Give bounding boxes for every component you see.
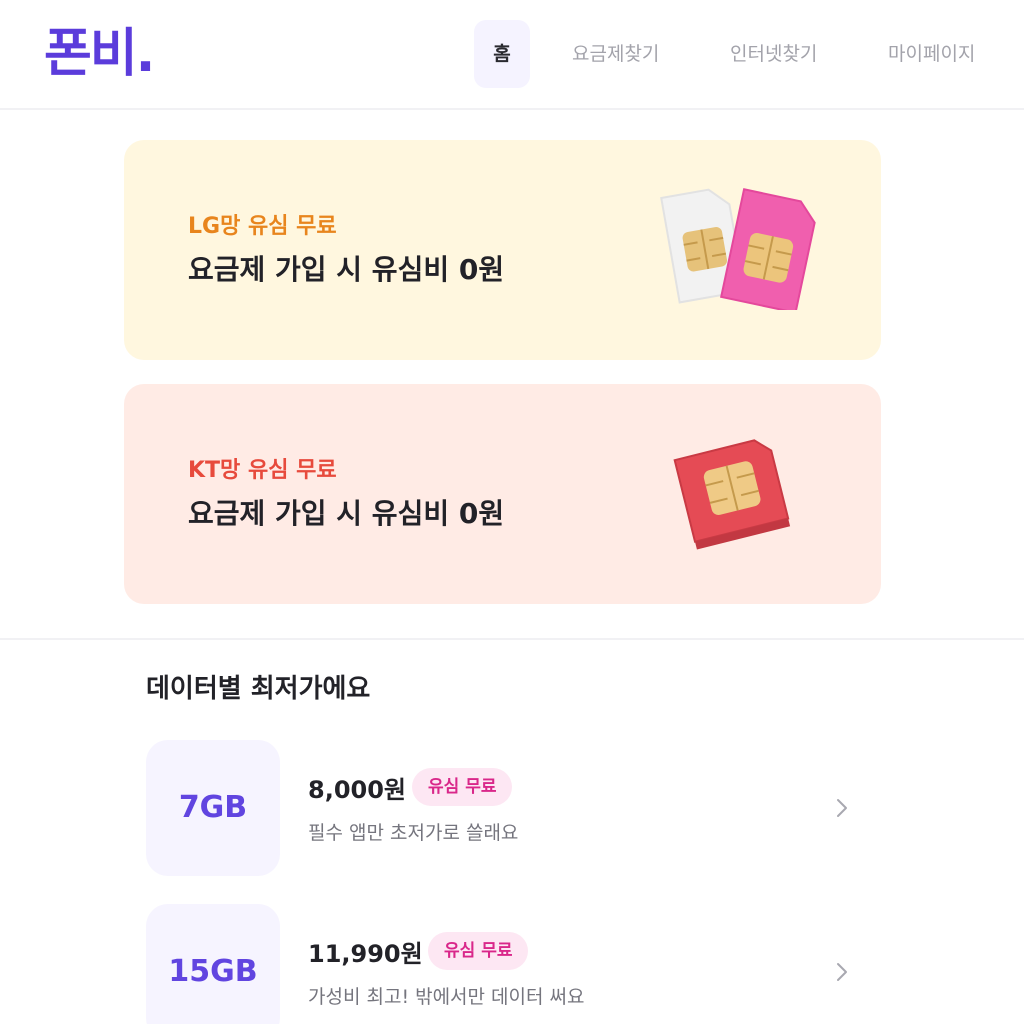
plan-price: 11,990원	[308, 940, 423, 968]
banner-title: 요금제 가입 시 유심비 0원	[188, 497, 505, 530]
nav-internet-search[interactable]: 인터넷찾기	[730, 20, 817, 88]
plan-list-item[interactable]: 15GB 11,990원 유심 무료 가성비 최고! 밖에서만 데이터 써요	[146, 904, 847, 1024]
section-title: 데이터별 최저가에요	[146, 674, 371, 704]
plan-description: 가성비 최고! 밖에서만 데이터 써요	[308, 986, 585, 1008]
section-divider	[0, 638, 1024, 640]
top-header: 폰비. 홈 요금제찾기 인터넷찾기 마이페이지	[0, 0, 1024, 110]
usim-free-badge: 유심 무료	[412, 768, 513, 806]
banner-tag: LG망 유심 무료	[188, 214, 337, 239]
plan-description: 필수 앱만 초저가로 쓸래요	[308, 822, 519, 844]
nav-plan-search[interactable]: 요금제찾기	[572, 20, 659, 88]
plan-list-item[interactable]: 7GB 8,000원 유심 무료 필수 앱만 초저가로 쓸래요	[146, 740, 847, 876]
kt-usim-banner[interactable]: KT망 유심 무료 요금제 가입 시 유심비 0원	[124, 384, 881, 604]
chevron-right-icon[interactable]	[830, 960, 854, 984]
sim-card-icon	[673, 439, 791, 550]
plan-price: 8,000원	[308, 776, 406, 804]
banner-tag: KT망 유심 무료	[188, 458, 337, 483]
brand-logo[interactable]: 폰비.	[44, 22, 155, 86]
banner-title: 요금제 가입 시 유심비 0원	[188, 253, 505, 286]
chevron-right-icon[interactable]	[830, 796, 854, 820]
nav-home[interactable]: 홈	[474, 20, 530, 88]
lg-usim-banner[interactable]: LG망 유심 무료 요금제 가입 시 유심비 0원	[124, 140, 881, 360]
sim-card-icon	[660, 188, 816, 310]
usim-free-badge: 유심 무료	[428, 932, 529, 970]
data-amount: 7GB	[146, 740, 280, 876]
nav-my-page[interactable]: 마이페이지	[888, 20, 975, 88]
data-amount: 15GB	[146, 904, 280, 1024]
